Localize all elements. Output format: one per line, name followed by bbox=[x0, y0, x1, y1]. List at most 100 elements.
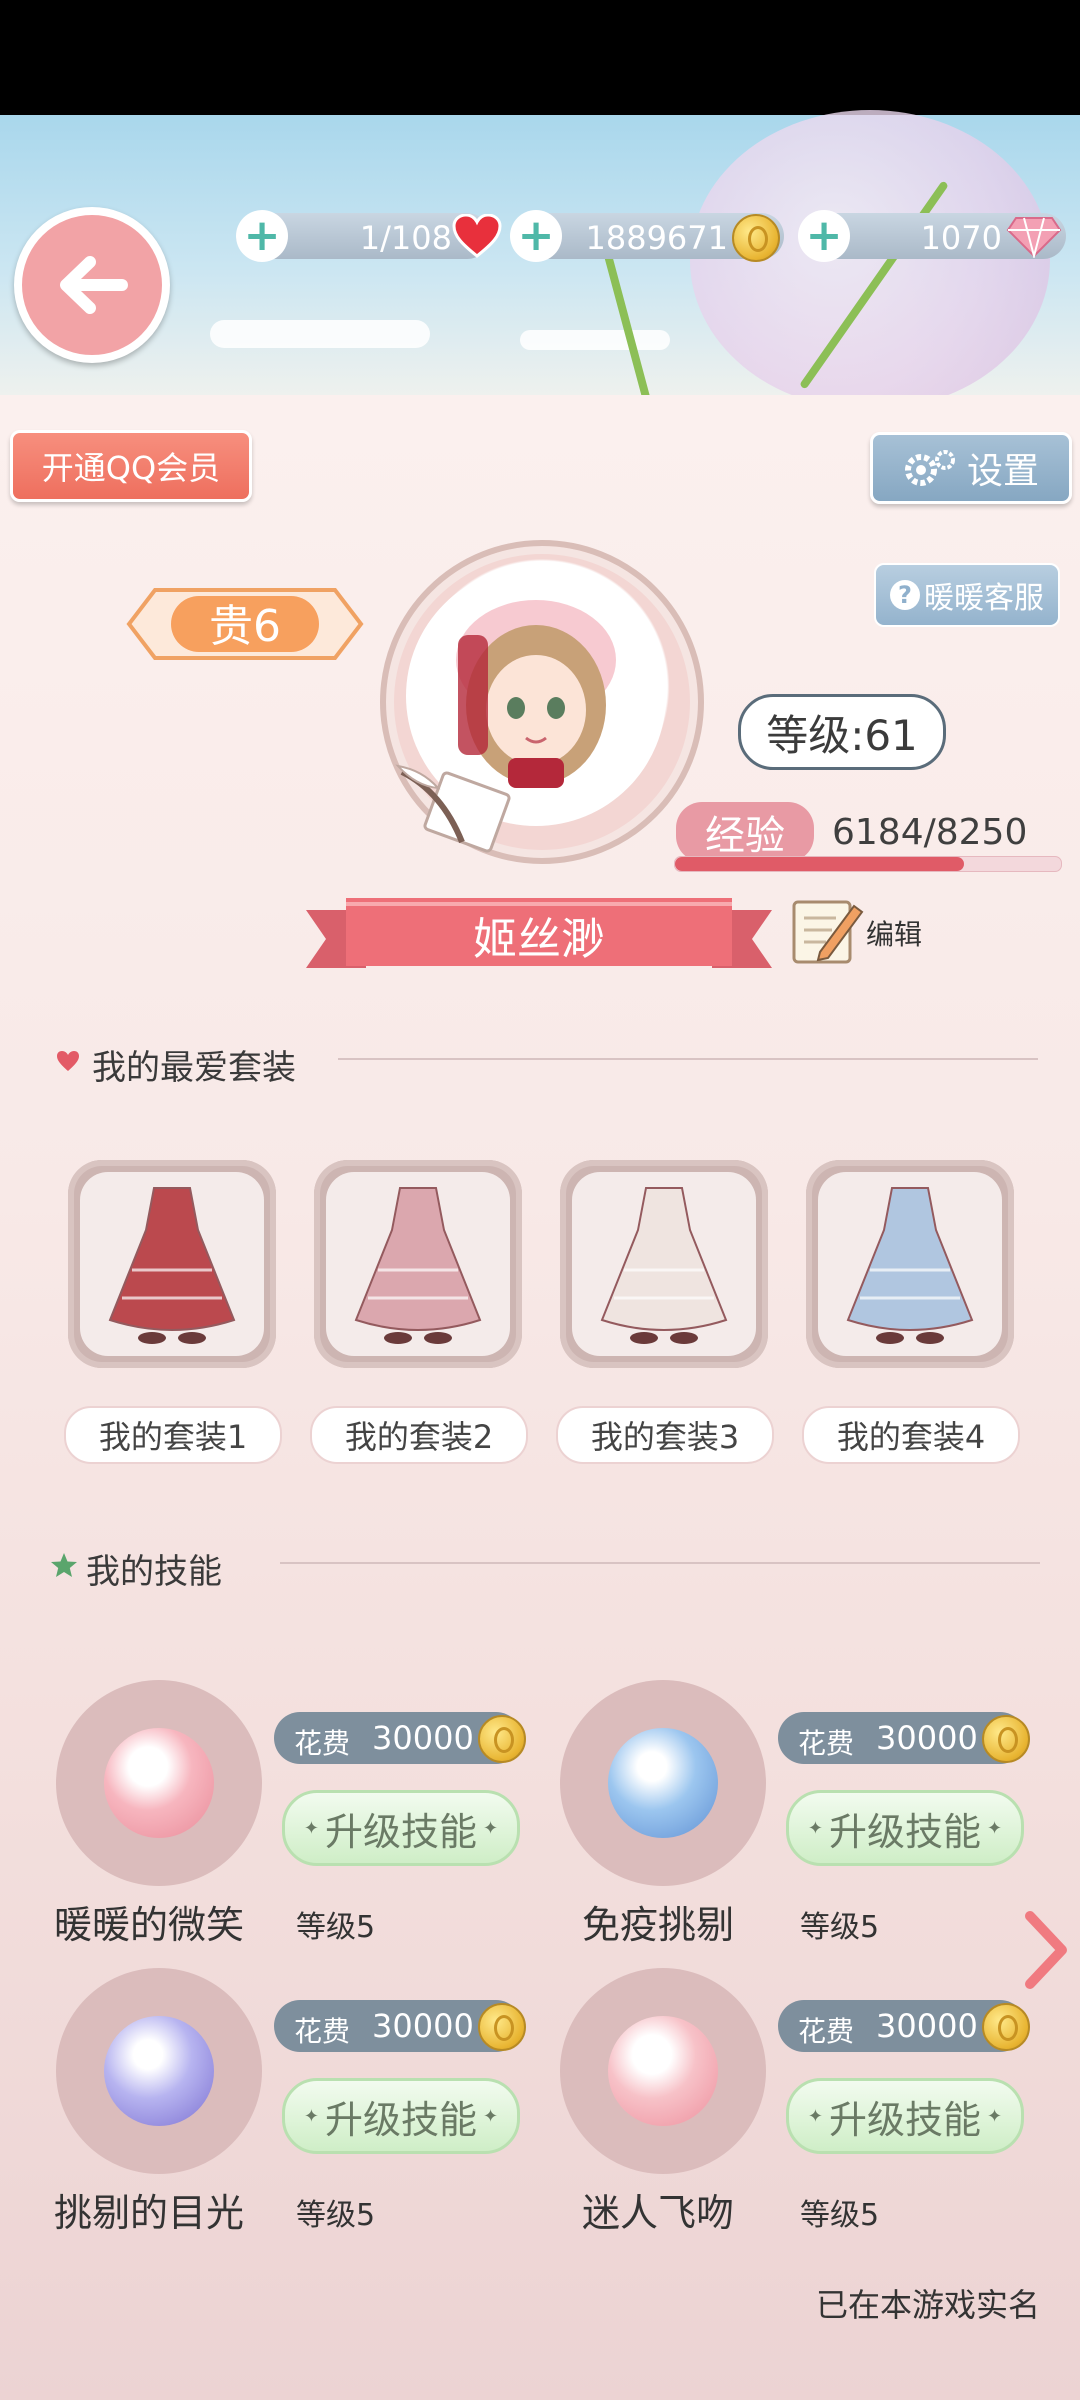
outfit-slot-label[interactable]: 我的套装2 bbox=[310, 1406, 528, 1464]
outfit-slot-label[interactable]: 我的套装3 bbox=[556, 1406, 774, 1464]
sparkle-icon: ✦ bbox=[483, 2105, 499, 2127]
skill-cost-pill: 花费 30000 bbox=[778, 2000, 1030, 2052]
skill-icon-circle[interactable] bbox=[56, 1680, 262, 1886]
outfit-slot[interactable] bbox=[560, 1160, 768, 1368]
cost-label: 花费 bbox=[798, 2015, 855, 2048]
sparkle-icon: ✦ bbox=[987, 1817, 1003, 1839]
sakura-icon bbox=[104, 1728, 214, 1838]
dress-icon bbox=[108, 1187, 236, 1344]
sparkle-icon: ✦ bbox=[303, 2105, 319, 2127]
add-gold-button[interactable]: + bbox=[510, 210, 562, 262]
gold-coin-icon bbox=[732, 214, 780, 262]
exp-progress-bar bbox=[674, 856, 1062, 872]
player-level: 等级:61 bbox=[738, 694, 946, 770]
skill-level: 等级5 bbox=[296, 2198, 376, 2233]
qq-member-label: 开通QQ会员 bbox=[41, 449, 221, 487]
skill-icon-circle[interactable] bbox=[560, 1680, 766, 1886]
gold-value: 1889671 bbox=[585, 219, 728, 257]
qq-member-button[interactable]: 开通QQ会员 bbox=[10, 430, 252, 502]
upgrade-skill-button[interactable]: ✦ 升级技能 ✦ bbox=[282, 2078, 520, 2154]
skill-icon-circle[interactable] bbox=[56, 1968, 262, 2174]
question-icon: ? bbox=[890, 580, 920, 610]
skill-cost-pill: 花费 30000 bbox=[778, 1712, 1030, 1764]
skill-level: 等级5 bbox=[800, 2198, 880, 2233]
customer-service-label: 暖暖客服 bbox=[924, 581, 1044, 616]
skill-level: 等级5 bbox=[296, 1910, 376, 1945]
back-button[interactable] bbox=[14, 207, 170, 363]
section-divider bbox=[280, 1562, 1040, 1564]
cost-value: 30000 bbox=[876, 1719, 978, 1757]
upgrade-skill-button[interactable]: ✦ 升级技能 ✦ bbox=[786, 1790, 1024, 1866]
gold-coin-icon bbox=[478, 2003, 526, 2051]
exp-value: 6184/8250 bbox=[832, 812, 1028, 853]
realname-status: 已在本游戏实名 bbox=[815, 2286, 1040, 2324]
upgrade-skill-button[interactable]: ✦ 升级技能 ✦ bbox=[786, 2078, 1024, 2154]
sparkle-icon: ✦ bbox=[303, 1817, 319, 1839]
skill-icon-circle[interactable] bbox=[560, 1968, 766, 2174]
heart-bullet-icon bbox=[57, 1051, 79, 1071]
skills-title: 我的技能 bbox=[86, 1552, 222, 1592]
dress-icon bbox=[846, 1187, 974, 1344]
upgrade-skill-label: 升级技能 bbox=[324, 2097, 477, 2142]
skill-name: 免疫挑剔 bbox=[582, 1903, 735, 1947]
stamina-value: 1/108 bbox=[359, 219, 452, 257]
favorite-outfits-title: 我的最爱套装 bbox=[92, 1048, 296, 1088]
outfit-slot[interactable] bbox=[806, 1160, 1014, 1368]
status-bar bbox=[0, 0, 1080, 115]
dress-icon bbox=[354, 1187, 482, 1344]
sparkle-icon: ✦ bbox=[987, 2105, 1003, 2127]
skill-cost-pill: 花费 30000 bbox=[274, 2000, 526, 2052]
outfit-slot[interactable] bbox=[314, 1160, 522, 1368]
exp-label: 经验 bbox=[676, 802, 814, 862]
exp-progress-fill bbox=[675, 857, 965, 871]
edit-pencil-icon[interactable] bbox=[790, 894, 866, 966]
mask-icon bbox=[104, 2016, 214, 2126]
star-bullet-icon bbox=[51, 1553, 77, 1577]
diamond-icon bbox=[1006, 217, 1062, 258]
sparkle-icon: ✦ bbox=[807, 2105, 823, 2127]
crystal-orb-decoration bbox=[690, 110, 1050, 410]
customer-service-button[interactable]: ? 暖暖客服 bbox=[874, 563, 1060, 627]
outfit-slot[interactable] bbox=[68, 1160, 276, 1368]
skill-level: 等级5 bbox=[800, 1910, 880, 1945]
sparkle-icon: ✦ bbox=[807, 1817, 823, 1839]
upgrade-skill-label: 升级技能 bbox=[828, 1809, 981, 1854]
outfit-slot-label[interactable]: 我的套装1 bbox=[64, 1406, 282, 1464]
gear-icon bbox=[904, 450, 955, 486]
back-arrow-icon bbox=[60, 256, 128, 314]
skill-name: 挑剔的目光 bbox=[54, 2191, 245, 2235]
heart-icon bbox=[452, 214, 502, 258]
upgrade-skill-label: 升级技能 bbox=[828, 2097, 981, 2142]
upgrade-skill-button[interactable]: ✦ 升级技能 ✦ bbox=[282, 1790, 520, 1866]
cost-label: 花费 bbox=[294, 2015, 351, 2048]
section-divider bbox=[338, 1058, 1038, 1060]
cost-label: 花费 bbox=[294, 1727, 351, 1760]
edit-label[interactable]: 编辑 bbox=[866, 913, 922, 953]
sparkle-icon: ✦ bbox=[483, 1817, 499, 1839]
cloud bbox=[210, 320, 430, 348]
add-stamina-button[interactable]: + bbox=[236, 210, 288, 262]
upgrade-skill-label: 升级技能 bbox=[324, 1809, 477, 1854]
cloud bbox=[520, 330, 670, 350]
cost-value: 30000 bbox=[372, 2007, 474, 2045]
vip-level: 贵6 bbox=[209, 601, 281, 652]
cost-label: 花费 bbox=[798, 1727, 855, 1760]
skill-name: 迷人飞吻 bbox=[582, 2191, 735, 2235]
cost-value: 30000 bbox=[372, 1719, 474, 1757]
settings-label: 设置 bbox=[966, 451, 1039, 492]
gold-coin-icon bbox=[982, 2003, 1030, 2051]
player-name: 姬丝渺 bbox=[473, 914, 605, 965]
gold-coin-icon bbox=[982, 1715, 1030, 1763]
add-diamond-button[interactable]: + bbox=[798, 210, 850, 262]
gold-coin-icon bbox=[478, 1715, 526, 1763]
next-page-arrow-icon[interactable] bbox=[1020, 1910, 1070, 1990]
quill-letter-icon bbox=[395, 764, 511, 853]
outfit-slot-label[interactable]: 我的套装4 bbox=[802, 1406, 1020, 1464]
dress-icon bbox=[600, 1187, 728, 1344]
skill-cost-pill: 花费 30000 bbox=[274, 1712, 526, 1764]
skill-name: 暖暖的微笑 bbox=[54, 1903, 245, 1947]
diamond-value: 1070 bbox=[920, 219, 1002, 257]
winged-mask-icon bbox=[608, 1728, 718, 1838]
heart-icon bbox=[608, 2016, 718, 2126]
settings-button[interactable]: 设置 bbox=[870, 432, 1072, 504]
